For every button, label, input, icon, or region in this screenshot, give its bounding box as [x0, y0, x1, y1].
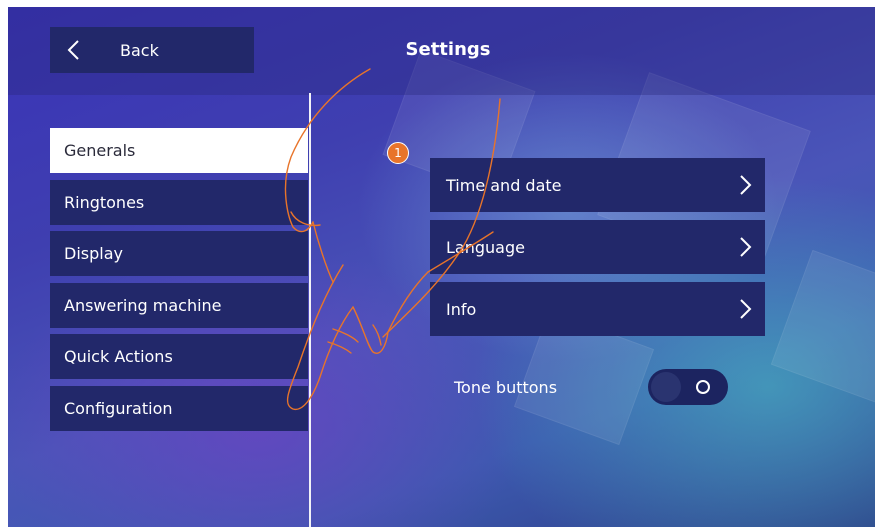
screen: Back Settings Generals Ringtones Display… [8, 7, 875, 527]
pointing-hand-icon [284, 68, 501, 411]
